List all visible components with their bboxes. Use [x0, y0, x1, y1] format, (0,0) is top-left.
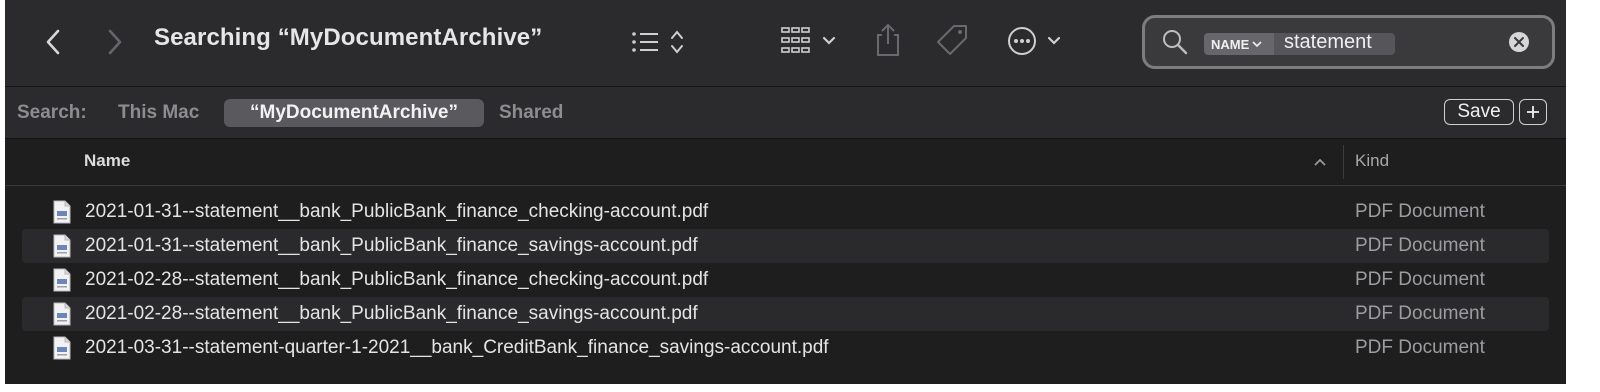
file-name: 2021-01-31--statement__bank_PublicBank_f…: [85, 235, 698, 256]
finder-window: Searching “MyDocumentArchive” NAME state…: [5, 0, 1566, 384]
file-kind: PDF Document: [1355, 235, 1485, 256]
chevron-down-icon: [1252, 40, 1262, 48]
search-token-name[interactable]: NAME: [1204, 33, 1274, 55]
file-row[interactable]: 2021-02-28--statement__bank_PublicBank_f…: [5, 263, 1566, 297]
add-criteria-button[interactable]: [1519, 99, 1547, 125]
clear-search-icon[interactable]: [1508, 31, 1530, 53]
tag-icon[interactable]: [935, 22, 971, 58]
file-row[interactable]: 2021-03-31--statement-quarter-1-2021__ba…: [5, 331, 1566, 365]
file-name: 2021-03-31--statement-quarter-1-2021__ba…: [85, 337, 829, 358]
file-kind: PDF Document: [1355, 303, 1485, 324]
pdf-file-icon: [52, 302, 72, 326]
file-kind: PDF Document: [1355, 269, 1485, 290]
scope-this-mac[interactable]: This Mac: [118, 102, 199, 124]
search-scope-bar: Search: This Mac “MyDocumentArchive” Sha…: [5, 87, 1566, 139]
pdf-file-icon: [52, 336, 72, 360]
share-icon[interactable]: [873, 22, 903, 58]
scope-current-folder[interactable]: “MyDocumentArchive”: [224, 99, 484, 127]
column-name-header[interactable]: Name: [84, 151, 130, 171]
column-kind-header[interactable]: Kind: [1355, 151, 1389, 171]
file-kind: PDF Document: [1355, 337, 1485, 358]
forward-chevron-icon[interactable]: [101, 26, 129, 58]
file-name: 2021-02-28--statement__bank_PublicBank_f…: [85, 303, 698, 324]
more-icon[interactable]: [1005, 24, 1065, 58]
list-view-icon[interactable]: [628, 26, 692, 60]
file-kind: PDF Document: [1355, 201, 1485, 222]
file-name: 2021-02-28--statement__bank_PublicBank_f…: [85, 269, 709, 290]
scope-label: Search:: [17, 102, 87, 123]
toolbar: Searching “MyDocumentArchive” NAME state…: [5, 0, 1566, 87]
column-header: Name Kind: [5, 139, 1566, 186]
search-field[interactable]: NAME statement: [1142, 15, 1555, 69]
search-icon: [1161, 28, 1189, 56]
search-input[interactable]: statement: [1284, 31, 1372, 54]
plus-icon: [1525, 104, 1541, 120]
file-row[interactable]: 2021-01-31--statement__bank_PublicBank_f…: [5, 229, 1566, 263]
back-chevron-icon[interactable]: [39, 26, 67, 58]
window-title: Searching “MyDocumentArchive”: [154, 24, 543, 51]
scope-shared[interactable]: Shared: [499, 102, 563, 124]
file-list: 2021-01-31--statement__bank_PublicBank_f…: [5, 195, 1566, 365]
file-name: 2021-01-31--statement__bank_PublicBank_f…: [85, 201, 709, 222]
search-token-label: NAME: [1211, 36, 1250, 52]
group-icon[interactable]: [779, 24, 841, 58]
column-divider[interactable]: [1343, 145, 1344, 179]
file-row[interactable]: 2021-02-28--statement__bank_PublicBank_f…: [5, 297, 1566, 331]
sort-ascending-icon[interactable]: [1311, 154, 1329, 170]
pdf-file-icon: [52, 268, 72, 292]
save-search-button[interactable]: Save: [1444, 99, 1514, 125]
pdf-file-icon: [52, 234, 72, 258]
file-row[interactable]: 2021-01-31--statement__bank_PublicBank_f…: [5, 195, 1566, 229]
pdf-file-icon: [52, 200, 72, 224]
